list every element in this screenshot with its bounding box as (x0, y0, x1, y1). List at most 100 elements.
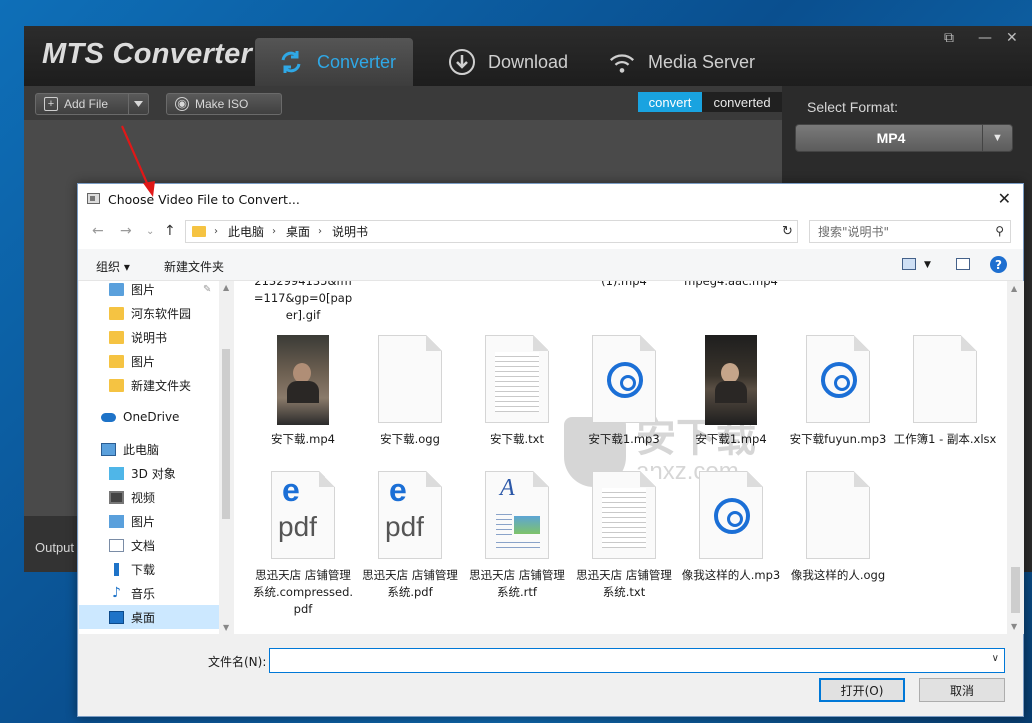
tab-media-server[interactable]: Media Server (586, 38, 777, 86)
music-file-icon (806, 335, 870, 423)
forward-arrow-icon[interactable]: → (120, 223, 132, 239)
open-button[interactable]: 打开(O) (819, 678, 905, 702)
nav-item-onedrive[interactable]: OneDrive (79, 405, 219, 429)
file-item-gif[interactable]: 2132994135&fm=117&gp=0[paper].gif (251, 281, 355, 324)
blank-file-icon (913, 335, 977, 423)
file-item[interactable]: 安下载fuyun.mp3 (786, 335, 890, 448)
nav-item-pictures-pinned[interactable]: 图片 ✎ (79, 281, 219, 301)
refresh-icon: ↻ (782, 224, 793, 239)
nav-scrollbar[interactable]: ▲ ▼ (219, 281, 233, 634)
scroll-down-icon[interactable]: ▼ (1011, 622, 1017, 631)
tab-converter[interactable]: Converter (255, 38, 413, 86)
file-item[interactable]: 安下载.ogg (358, 335, 462, 448)
nav-item-downloads[interactable]: 下载 (79, 557, 219, 581)
wifi-icon (608, 48, 636, 76)
blank-file-icon (806, 471, 870, 559)
file-name: (1).mp4 (601, 281, 647, 288)
convert-tab[interactable]: convert (638, 92, 702, 112)
format-select[interactable]: MP4 ▼ (795, 124, 1013, 152)
chevron-down-icon[interactable]: ▼ (924, 260, 931, 270)
file-item[interactable]: 安下载.mp4 (251, 335, 355, 448)
output-label: Output (35, 540, 75, 555)
file-item[interactable]: e pdf 思迅天店 店铺管理系统.pdf (358, 471, 462, 601)
tab-download[interactable]: Download (426, 38, 590, 86)
breadcrumb-desktop[interactable]: 桌面 (286, 223, 310, 240)
cancel-button[interactable]: 取消 (919, 678, 1005, 702)
computer-icon (101, 442, 116, 456)
nav-item-label: 此电脑 (123, 442, 160, 457)
nav-item-pictures-lib[interactable]: 图片 (79, 509, 219, 533)
file-item[interactable]: 工作簿1 - 副本.xlsx (893, 335, 997, 448)
dialog-close-icon[interactable]: ✕ (998, 189, 1011, 208)
make-iso-button[interactable]: ◉ Make ISO (166, 93, 282, 115)
text-file-icon (485, 335, 549, 423)
file-name: 安下载.txt (490, 432, 544, 446)
search-placeholder: 搜索"说明书" (818, 225, 890, 239)
nav-item-hedong[interactable]: 河东软件园 (79, 301, 219, 325)
help-icon[interactable]: ? (990, 256, 1007, 273)
nav-item-documents[interactable]: 文档 (79, 533, 219, 557)
nav-item-label: 新建文件夹 (131, 378, 192, 393)
pdf-file-icon: e pdf (378, 471, 442, 559)
recent-chevron-icon[interactable]: ⌄ (146, 226, 154, 237)
file-item[interactable]: A 思迅天店 店铺管理系统.rtf (465, 471, 569, 601)
file-scrollbar[interactable]: ▲ ▼ (1007, 281, 1024, 634)
nav-item-label: 文档 (131, 538, 156, 553)
folder-icon (109, 378, 124, 392)
chevron-down-icon[interactable]: ∨ (992, 653, 999, 664)
scroll-up-icon[interactable]: ▲ (223, 283, 229, 292)
organize-button[interactable]: 组织 ▾ (96, 258, 130, 275)
nav-item-3d-objects[interactable]: 3D 对象 (79, 461, 219, 485)
file-item[interactable]: e pdf 思迅天店 店铺管理系统.compressed.pdf (251, 471, 355, 618)
nav-item-music[interactable]: ♪ 音乐 (79, 581, 219, 605)
chevron-down-icon: ▼ (982, 125, 1012, 151)
file-item[interactable]: 像我这样的人.ogg (786, 471, 890, 584)
file-item[interactable]: 像我这样的人.mp3 (679, 471, 783, 584)
popout-icon[interactable]: ⧉ (944, 30, 954, 46)
nav-item-this-pc[interactable]: 此电脑 (79, 437, 219, 461)
view-options-icon[interactable] (902, 258, 916, 270)
file-item[interactable]: 安下载1.mp3 (572, 335, 676, 448)
music-file-icon (699, 471, 763, 559)
file-item[interactable]: 安下载1.mp4 (679, 335, 783, 448)
minimize-icon[interactable]: — (978, 30, 992, 46)
download-icon (448, 48, 476, 76)
file-name: 像我这样的人.ogg (790, 568, 886, 582)
refresh-button[interactable]: ↻ (778, 220, 798, 243)
filename-input[interactable]: ∨ (269, 648, 1005, 673)
file-item-partial-mp4[interactable]: (1).mp4 (572, 281, 676, 290)
file-name: 思迅天店 店铺管理系统.pdf (362, 568, 458, 599)
file-item[interactable]: 安下载.txt (465, 335, 569, 448)
file-pane: 安下载 anxz.com 2132994135&fm=117&gp=0[pape… (234, 281, 1024, 634)
file-name: 像我这样的人.mp3 (681, 568, 781, 582)
add-file-dropdown[interactable] (128, 94, 148, 114)
file-scroll-thumb[interactable] (1011, 567, 1020, 613)
blank-file-icon (378, 335, 442, 423)
nav-item-manual[interactable]: 说明书 (79, 325, 219, 349)
converted-tab[interactable]: converted (702, 92, 782, 112)
nav-item-desktop[interactable]: 桌面 (79, 605, 219, 629)
nav-scroll-thumb[interactable] (222, 349, 230, 519)
back-arrow-icon[interactable]: ← (92, 223, 104, 239)
search-input[interactable]: 搜索"说明书" ⚲ (809, 220, 1011, 243)
new-folder-button[interactable]: 新建文件夹 (164, 258, 224, 275)
3d-objects-icon (109, 466, 124, 480)
scroll-down-icon[interactable]: ▼ (223, 623, 229, 632)
breadcrumb-this-pc[interactable]: 此电脑 (228, 223, 264, 240)
file-item[interactable]: 思迅天店 店铺管理系统.txt (572, 471, 676, 601)
scroll-up-icon[interactable]: ▲ (1011, 284, 1017, 293)
nav-item-videos[interactable]: 视频 (79, 485, 219, 509)
preview-pane-icon[interactable] (956, 258, 970, 270)
file-name: 安下载fuyun.mp3 (789, 432, 887, 446)
add-file-button[interactable]: + Add File (35, 93, 149, 115)
breadcrumb-manual[interactable]: 说明书 (332, 223, 368, 240)
close-icon[interactable]: ✕ (1006, 30, 1018, 46)
file-name: mpeg4.aac.mp4 (684, 281, 778, 288)
nav-item-pictures[interactable]: 图片 (79, 349, 219, 373)
address-bar[interactable]: › 此电脑 › 桌面 › 说明书 ∨ (185, 220, 797, 243)
up-arrow-icon[interactable]: ↑ (164, 223, 176, 239)
nav-item-new-folder[interactable]: 新建文件夹 (79, 373, 219, 397)
file-item-aac-mp4[interactable]: mpeg4.aac.mp4 (679, 281, 783, 290)
pdf-file-icon: e pdf (271, 471, 335, 559)
nav-item-label: 图片 (131, 282, 156, 297)
